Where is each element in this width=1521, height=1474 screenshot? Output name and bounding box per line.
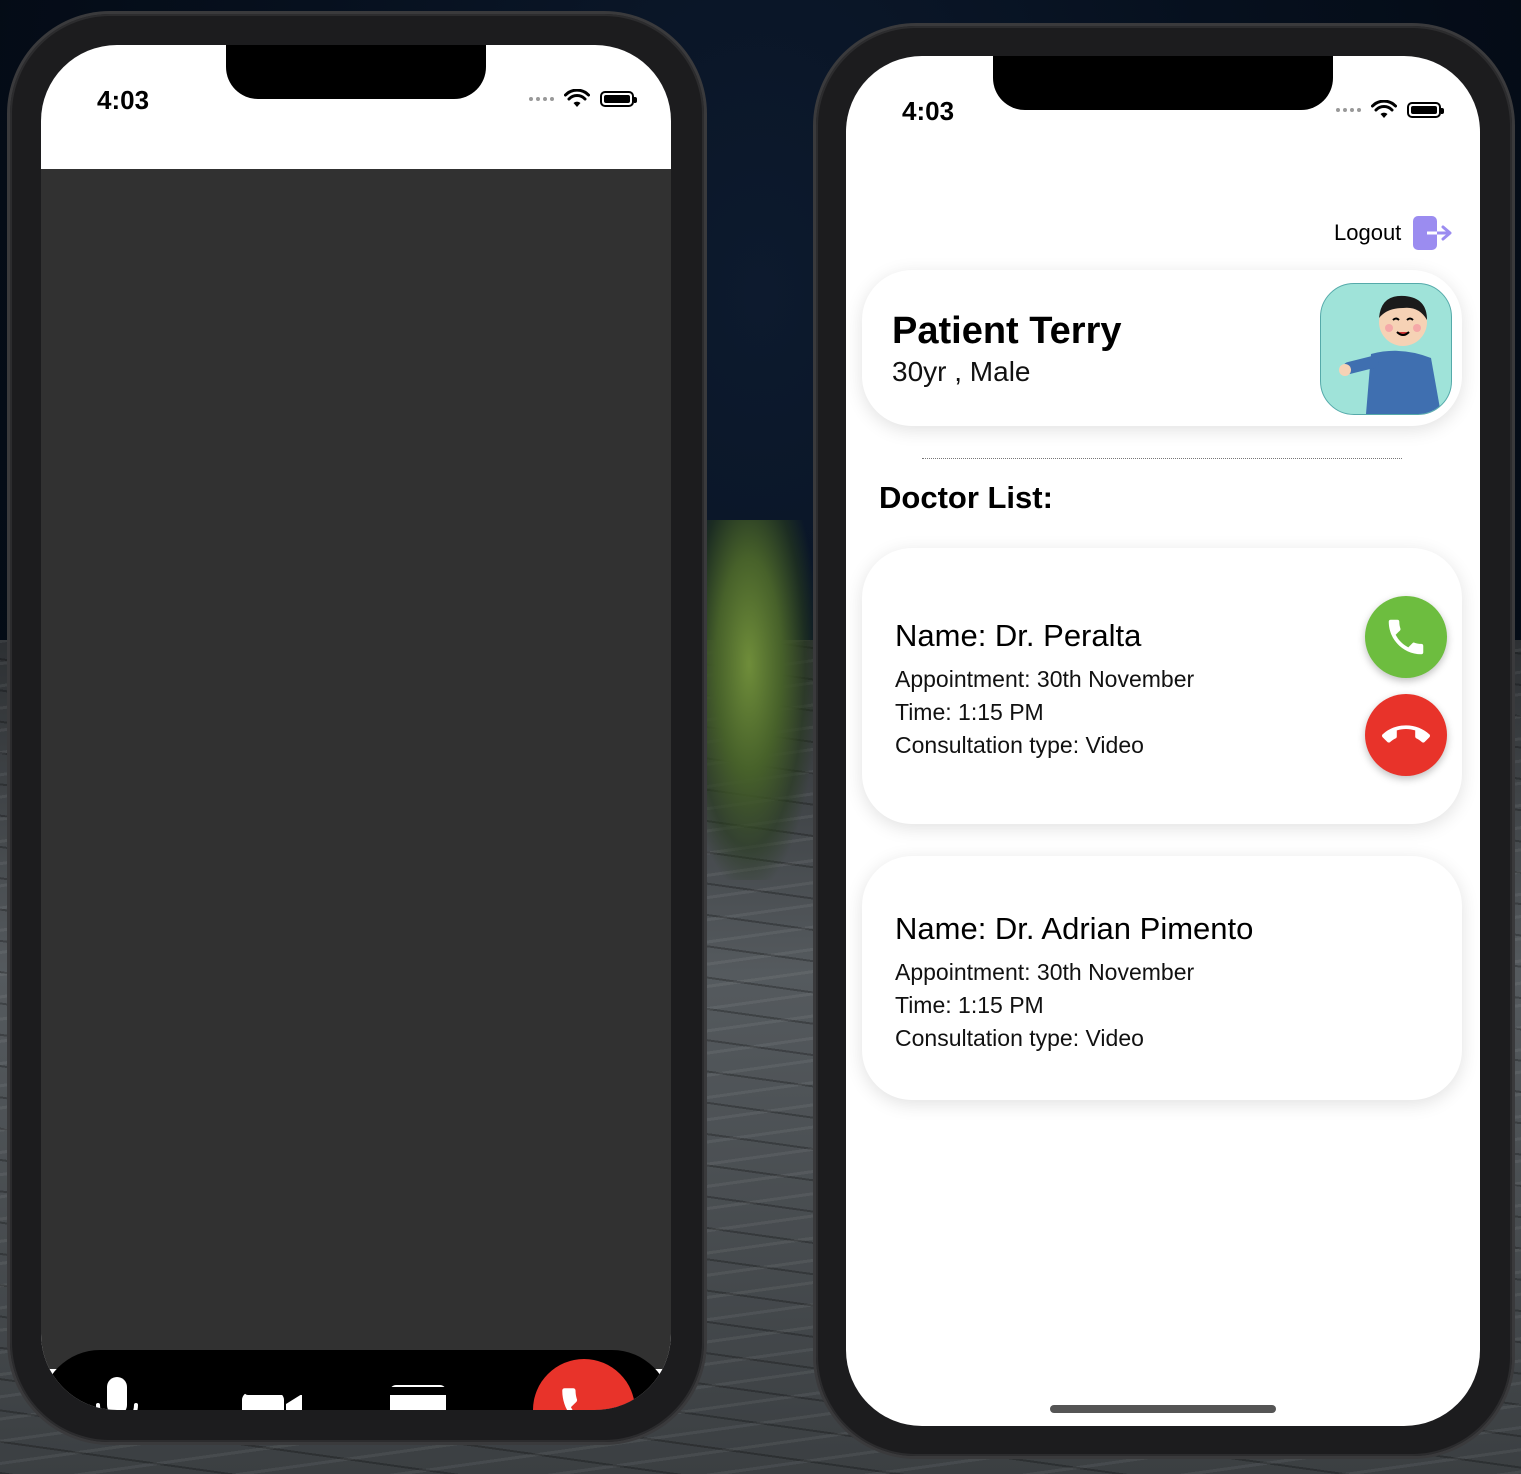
doctor-time: Time: 1:15 PM: [895, 699, 1044, 725]
call-controls-bar: [41, 1350, 671, 1410]
status-icons: [1336, 100, 1444, 120]
doctor-list-title: Doctor List:: [879, 480, 1053, 515]
decline-call-button[interactable]: [1365, 694, 1447, 776]
patient-avatar-illustration: [1339, 295, 1441, 414]
doctor-time: Time: 1:15 PM: [895, 992, 1044, 1018]
left-phone-screen: 4:03: [41, 45, 671, 1410]
divider: [922, 458, 1402, 459]
logout-icon: [1413, 216, 1452, 250]
background-tree: [705, 520, 815, 880]
signal-dots-icon: [1336, 108, 1361, 112]
patient-info: 30yr , Male: [892, 356, 1031, 387]
phone-accept-icon: [1388, 619, 1424, 655]
logout-label: Logout: [1334, 220, 1402, 245]
status-time: 4:03: [97, 85, 150, 115]
signal-dots-icon: [529, 97, 554, 101]
right-phone-frame: 4:03 Logout Patient Terry 30yr , Male Do…: [816, 26, 1512, 1456]
notch: [226, 45, 486, 99]
notch: [993, 56, 1333, 110]
wifi-icon: [1371, 100, 1397, 118]
mute-button[interactable]: [77, 1370, 157, 1410]
home-indicator: [1050, 1405, 1276, 1413]
home-indicator: [244, 1387, 468, 1395]
doctor-name: Name: Dr. Adrian Pimento: [895, 911, 1254, 946]
phone-end-icon: [562, 1388, 578, 1410]
battery-icon: [600, 91, 637, 107]
patient-card: Patient Terry 30yr , Male: [862, 270, 1462, 426]
accept-call-button[interactable]: [1365, 596, 1447, 678]
status-time: 4:03: [902, 96, 955, 126]
doctor-consultation-type: Consultation type: Video: [895, 732, 1144, 758]
microphone-icon: [96, 1377, 138, 1410]
status-icons: [529, 89, 637, 109]
doctor-consultation-type: Consultation type: Video: [895, 1025, 1144, 1051]
avatar: [1320, 283, 1452, 415]
left-phone-frame: 4:03: [10, 14, 704, 1442]
video-view: [41, 169, 671, 1410]
end-call-button[interactable]: [533, 1359, 635, 1410]
wifi-icon: [564, 89, 590, 107]
doctor-card: Name: Dr. Adrian Pimento Appointment: 30…: [862, 856, 1462, 1100]
doctor-name: Name: Dr. Peralta: [895, 618, 1142, 653]
phone-decline-icon: [1382, 725, 1430, 743]
doctor-card: Name: Dr. Peralta Appointment: 30th Nove…: [862, 548, 1462, 824]
right-phone-screen: 4:03 Logout Patient Terry 30yr , Male Do…: [846, 56, 1480, 1426]
doctor-appointment: Appointment: 30th November: [895, 959, 1195, 985]
battery-icon: [1407, 102, 1444, 118]
doctor-appointment: Appointment: 30th November: [895, 666, 1195, 692]
patient-name: Patient Terry: [892, 310, 1122, 352]
logout-button[interactable]: Logout: [1334, 216, 1453, 250]
